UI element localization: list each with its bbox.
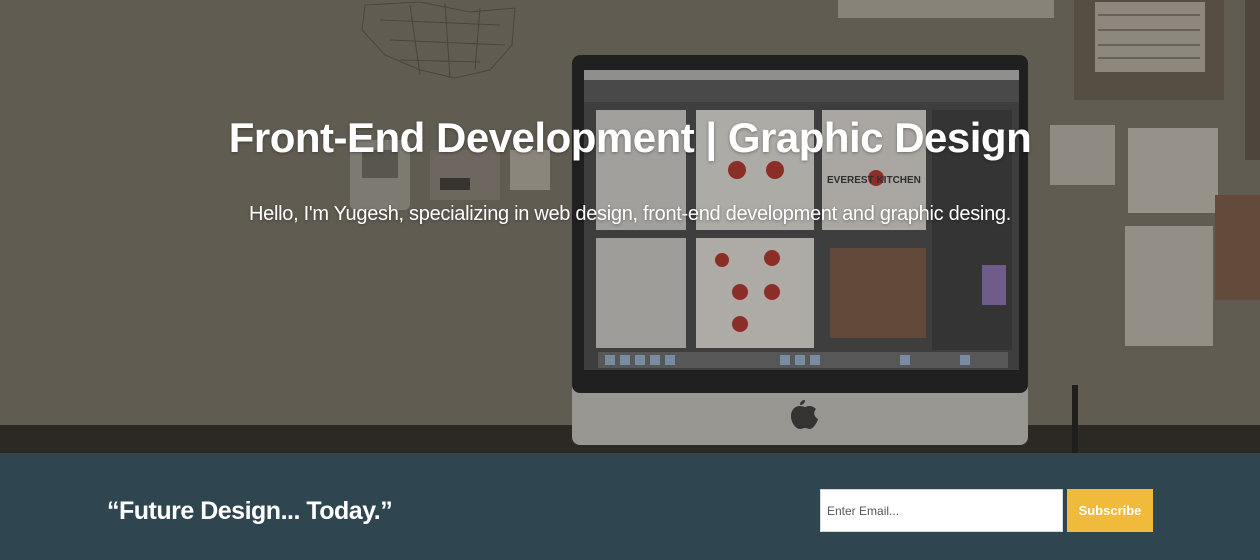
hero-title: Front-End Development | Graphic Design [228, 114, 1032, 161]
tagline-text: “Future Design... Today.” [107, 497, 393, 525]
hero-dark-overlay [0, 0, 1260, 453]
newsletter-bar: “Future Design... Today.” Subscribe [0, 453, 1260, 560]
email-input[interactable] [820, 489, 1063, 532]
subscribe-button[interactable]: Subscribe [1067, 489, 1153, 532]
hero-subtitle: Hello, I'm Yugesh, specializing in web d… [249, 203, 1011, 225]
hero-section: EVEREST KITCHEN Front-End Development | … [0, 0, 1260, 453]
